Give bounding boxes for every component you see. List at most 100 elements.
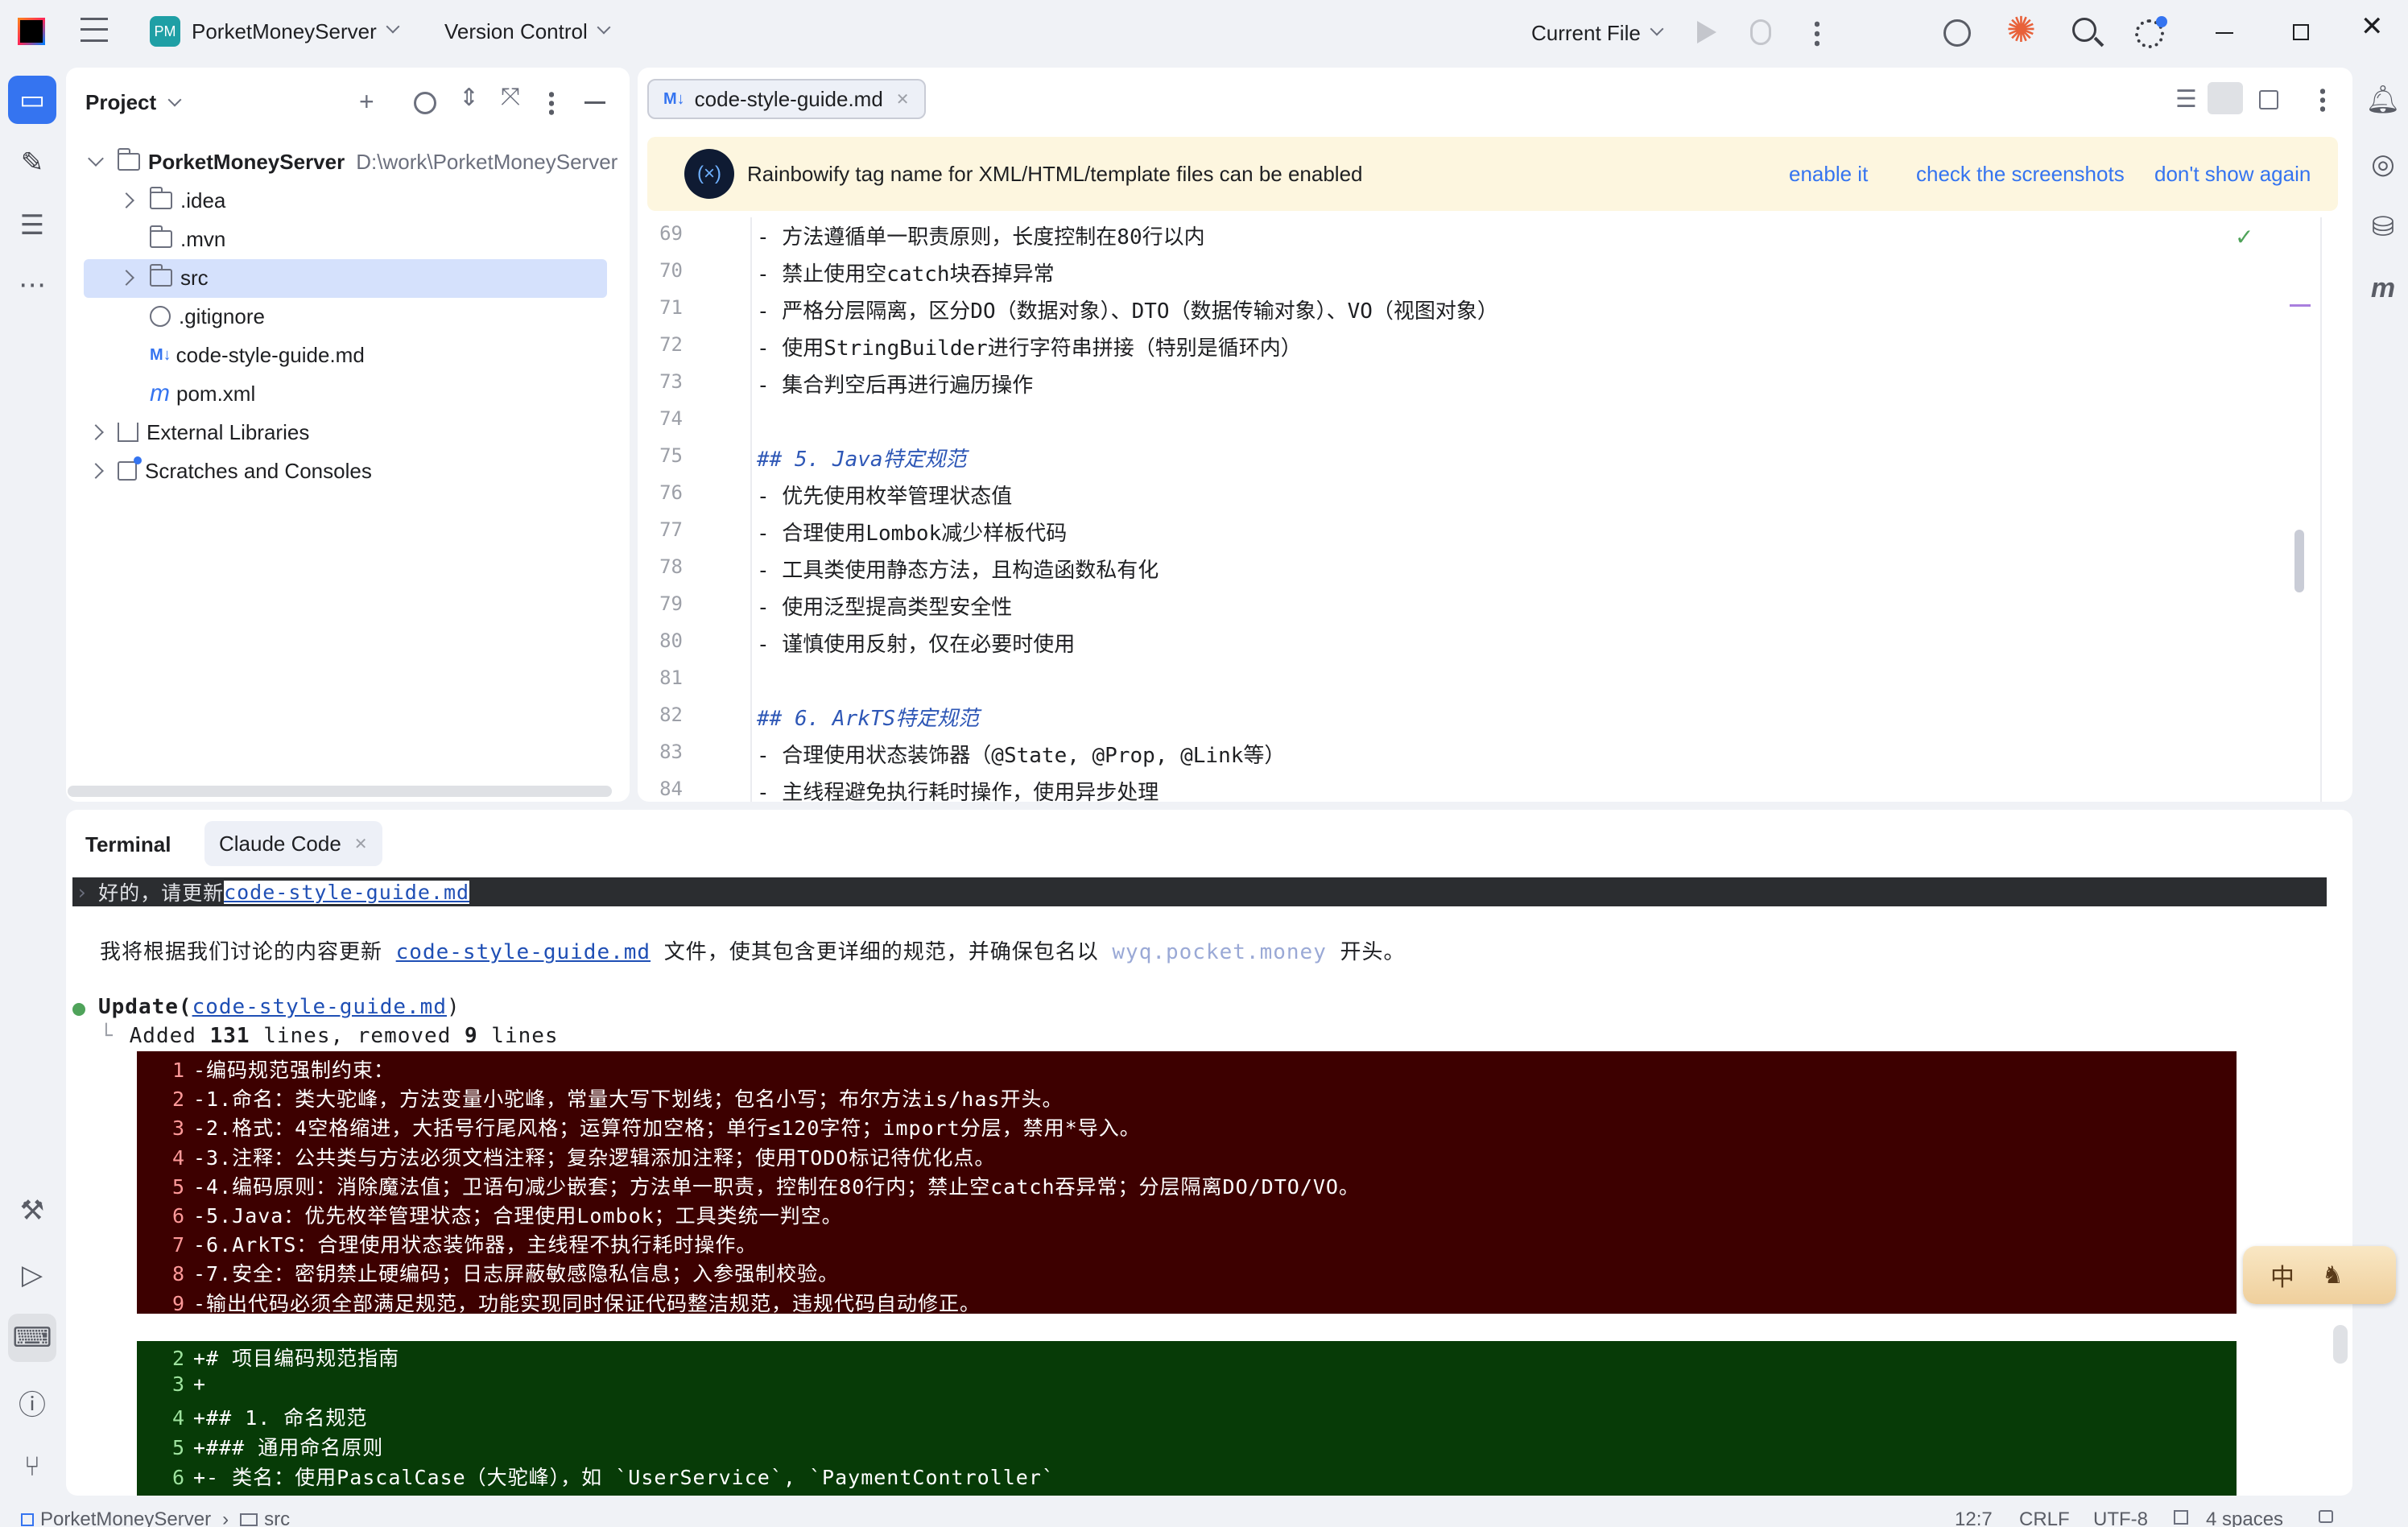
notifications-bell-icon[interactable]: 🔔︎ — [2359, 76, 2407, 124]
tab-terminal[interactable]: Terminal — [85, 832, 171, 857]
more-tools-icon[interactable]: ⋯ — [8, 261, 56, 309]
tab-code-style-guide[interactable]: M↓ code-style-guide.md ✕ — [647, 79, 926, 119]
response-text: 文件，使其包含更详细的规范，并确保包名以 — [651, 940, 1113, 964]
prompt-file-link[interactable]: code-style-guide.md — [224, 880, 470, 904]
close-tab-icon[interactable]: ✕ — [354, 834, 368, 854]
lock-icon[interactable] — [2319, 1510, 2333, 1523]
app-logo-icon[interactable] — [18, 18, 45, 45]
code-line[interactable]: - 严格分层隔离，区分DO（数据对象）、DTO（数据传输对象）、VO（视图对象） — [757, 295, 1498, 324]
ai-chat-tool-icon[interactable]: ◎ — [2359, 140, 2407, 188]
code-line[interactable]: - 使用泛型提高类型安全性 — [757, 591, 1012, 621]
assistant-response: 我将根据我们讨论的内容更新 code-style-guide.md 文件，使其包… — [100, 935, 1406, 965]
services-tool-icon[interactable]: ▷ — [8, 1251, 56, 1299]
tree-item-style-guide[interactable]: M↓ code-style-guide.md — [150, 336, 365, 373]
code-line[interactable]: - 禁止使用空catch块吞掉异常 — [757, 258, 1055, 287]
code-line[interactable]: - 主线程避免执行耗时操作，使用异步处理 — [757, 776, 1159, 802]
diff-deleted-row: 9 -输出代码必须全部满足规范，功能实现同时保证代码整洁规范，违规代码自动修正。 — [137, 1288, 981, 1317]
update-file-link[interactable]: code-style-guide.md — [192, 995, 447, 1019]
ai-assistant-icon[interactable] — [1943, 19, 1971, 47]
caret-position[interactable]: 12:7 — [1955, 1508, 1993, 1527]
code-line[interactable]: - 使用StringBuilder进行字符串拼接（特别是循环内） — [757, 332, 1302, 361]
git-tool-icon[interactable]: ⑂ — [8, 1442, 56, 1491]
close-tab-icon[interactable]: ✕ — [896, 89, 910, 109]
terminal-scrollbar-thumb[interactable] — [2333, 1325, 2348, 1364]
code-line[interactable]: ## 6. ArkTS特定规范 — [757, 702, 979, 732]
dont-show-again-link[interactable]: don't show again — [2154, 162, 2311, 187]
main-menu-icon[interactable] — [81, 18, 108, 42]
debug-icon[interactable] — [1750, 19, 1771, 45]
code-line[interactable]: ## 5. Java特定规范 — [757, 443, 967, 473]
database-tool-icon[interactable]: ⛁ — [2359, 203, 2407, 251]
tree-item-external-libraries[interactable]: External Libraries — [88, 414, 309, 451]
tree-item-src[interactable]: src — [118, 259, 209, 296]
problems-tool-icon[interactable]: ⓘ — [8, 1378, 56, 1426]
options-icon[interactable] — [549, 90, 554, 116]
ime-floating-widget[interactable]: 中 ♞ — [2243, 1246, 2396, 1304]
update-label: Update( — [98, 995, 192, 1019]
code-line[interactable]: - 谨慎使用反射，仅在必要时使用 — [757, 628, 1075, 658]
breadcrumb: PorketMoneyServer › src — [21, 1508, 290, 1527]
locate-file-icon[interactable] — [414, 92, 436, 114]
maximize-icon[interactable] — [2293, 24, 2309, 40]
close-icon[interactable]: ✕ — [2361, 13, 2384, 40]
file-encoding[interactable]: UTF-8 — [2093, 1508, 2148, 1527]
minimize-icon[interactable] — [2216, 32, 2233, 34]
diff-line-text: -1.命名：类大驼峰，方法变量小驼峰，常量大写下划线；包名小写；布尔方法is/h… — [193, 1087, 1064, 1112]
tab-claude-code[interactable]: Claude Code ✕ — [204, 821, 382, 866]
indent-setting[interactable]: 4 spaces — [2206, 1508, 2283, 1527]
code-line[interactable]: - 合理使用Lombok减少样板代码 — [757, 517, 1067, 547]
code-line[interactable]: - 优先使用枚举管理状态值 — [757, 480, 1012, 510]
tree-item-idea[interactable]: .idea — [118, 182, 225, 219]
maven-tool-icon[interactable]: m — [2359, 264, 2407, 312]
search-icon[interactable] — [2072, 18, 2096, 42]
project-tool-icon[interactable]: ▭ — [8, 76, 56, 124]
line-number: 73 — [659, 370, 683, 393]
tree-root-item[interactable]: PorketMoneyServer D:\work\PorketMoneySer… — [88, 143, 617, 180]
tab-label: Claude Code — [219, 831, 341, 856]
vertical-scrollbar-thumb[interactable] — [2294, 530, 2304, 592]
line-number: 70 — [659, 259, 683, 282]
code-area[interactable]: 69 - 方法遵循单一职责原则，长度控制在80行以内 70 - 禁止使用空catch块… — [638, 217, 2352, 802]
banner-text: Rainbowify tag name for XML/HTML/templat… — [747, 161, 1363, 186]
more-actions-icon[interactable] — [1815, 19, 1819, 47]
project-selector[interactable]: PM PorketMoneyServer — [150, 16, 400, 47]
code-line[interactable]: - 方法遵循单一职责原则，长度控制在80行以内 — [757, 221, 1205, 250]
breadcrumb-src[interactable]: src — [264, 1508, 290, 1527]
structure-tool-icon[interactable]: ☰ — [8, 201, 56, 250]
response-file-link[interactable]: code-style-guide.md — [396, 940, 651, 964]
terminal-tool-icon[interactable]: ⌨ — [8, 1314, 56, 1362]
enable-it-link[interactable]: enable it — [1789, 162, 1868, 187]
claude-code-tool-icon[interactable]: ✎ — [8, 138, 56, 187]
line-number: 69 — [659, 222, 683, 245]
claude-icon[interactable]: ✺ — [2006, 13, 2036, 48]
split-view-icon[interactable] — [2208, 82, 2243, 114]
check-screenshots-link[interactable]: check the screenshots — [1916, 162, 2125, 187]
line-separator[interactable]: CRLF — [2019, 1508, 2070, 1527]
breadcrumb-project[interactable]: PorketMoneyServer — [40, 1508, 211, 1527]
line-number: 75 — [659, 444, 683, 467]
build-tool-icon[interactable]: ⚒ — [8, 1187, 56, 1235]
preview-only-icon[interactable] — [2259, 90, 2278, 109]
tree-item-scratches[interactable]: Scratches and Consoles — [88, 452, 372, 489]
run-icon[interactable] — [1697, 21, 1716, 43]
editor-options-icon[interactable] — [2320, 87, 2325, 113]
code-line[interactable]: - 合理使用状态装饰器（@State, @Prop, @Link等） — [757, 739, 1285, 769]
editor-only-icon[interactable]: ☰ — [2175, 85, 2197, 113]
diff-line-text: -4.编码原则：消除魔法值；卫语句减少嵌套；方法单一职责，控制在80行内；禁止空… — [193, 1174, 1360, 1199]
vcs-menu[interactable]: Version Control — [444, 19, 611, 44]
collapse-all-icon[interactable]: ⤧ — [501, 84, 520, 111]
hide-panel-icon[interactable] — [584, 101, 605, 104]
expand-all-icon[interactable]: ⇕ — [459, 84, 479, 112]
code-line[interactable]: - 集合判空后再进行遍历操作 — [757, 369, 1033, 398]
tree-item-gitignore[interactable]: .gitignore — [150, 298, 265, 335]
left-tool-strip: ▭ ✎ ☰ ⋯ ⚒ ▷ ⌨ ⓘ ⑂ — [0, 68, 64, 1500]
tree-item-pom[interactable]: m pom.xml — [150, 375, 255, 412]
ime-skin-icon: ♞ — [2322, 1261, 2344, 1289]
code-line[interactable]: - 工具类使用静态方法，且构造函数私有化 — [757, 554, 1159, 584]
horizontal-scrollbar[interactable] — [68, 786, 612, 797]
run-config-selector[interactable]: Current File — [1531, 21, 1664, 46]
new-file-icon[interactable]: + — [359, 87, 374, 117]
project-panel-title[interactable]: Project — [85, 90, 182, 115]
tree-item-mvn[interactable]: .mvn — [149, 221, 225, 258]
diff-line-number: 2 — [171, 1347, 185, 1370]
